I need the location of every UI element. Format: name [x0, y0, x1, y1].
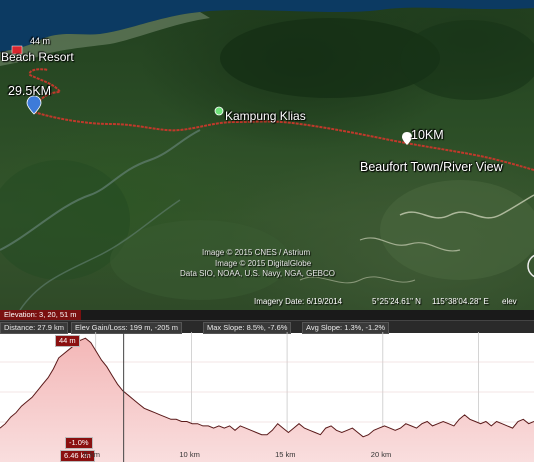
latitude-readout: 5°25'24.61" N	[372, 297, 421, 306]
credit-cnes: Image © 2015 CNES / Astrium	[202, 248, 311, 257]
beach-resort-label[interactable]: Beach Resort	[1, 50, 74, 64]
kampung-klias-label[interactable]: Kampung Klias	[225, 109, 306, 123]
x-tick-20km: 20 km	[370, 450, 392, 459]
elevation-readout: Elevation: 3, 20, 51 m	[0, 310, 81, 320]
cursor-elevation-chip: 44 m	[55, 335, 80, 347]
x-tick-10km: 10 km	[179, 450, 200, 459]
map-status-bar: Imagery Date: 6/19/2014 5°25'24.61" N 11…	[0, 295, 534, 309]
elevation-label: elev	[502, 297, 517, 306]
longitude-readout: 115°38'04.28" E	[432, 297, 489, 306]
resort-elevation-label: 44 m	[30, 36, 51, 46]
km-10-label[interactable]: 10KM	[411, 128, 444, 142]
elevation-profile-panel[interactable]: Elevation: 3, 20, 51 m Distance: 27.9 km…	[0, 310, 534, 462]
credit-digitalglobe: Image © 2015 DigitalGlobe	[215, 259, 312, 268]
x-tick-15km: 15 km	[275, 450, 296, 459]
satellite-map-view[interactable]: 44 m Beach Resort 29.5KM Kampung Klias 1…	[0, 0, 534, 310]
km-29-5-label[interactable]: 29.5KM	[8, 84, 51, 98]
cursor-slope-chip: -1.0%	[65, 437, 93, 449]
imagery-date: Imagery Date: 6/19/2014	[254, 297, 343, 306]
google-earth-window: 44 m Beach Resort 29.5KM Kampung Klias 1…	[0, 0, 534, 462]
profile-header: Elevation: 3, 20, 51 m	[0, 310, 534, 320]
beaufort-label[interactable]: Beaufort Town/River View	[360, 160, 503, 174]
credit-data-sources: Data SIO, NOAA, U.S. Navy, NGA, GEBCO	[180, 269, 335, 278]
x-tick-5km: 5 km	[83, 450, 100, 459]
